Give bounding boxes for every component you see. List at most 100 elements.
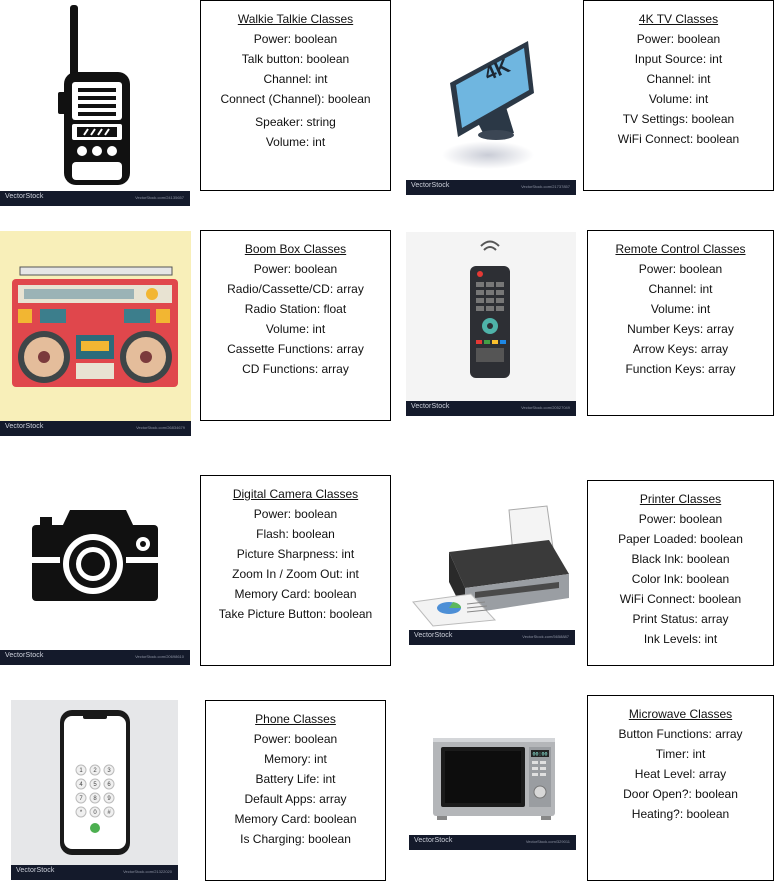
- property: Power: boolean: [253, 262, 338, 276]
- property: Button Functions: array: [618, 727, 743, 741]
- property: Power: boolean: [253, 507, 338, 521]
- property: Channel: int: [263, 72, 328, 86]
- property: Arrow Keys: array: [632, 342, 729, 356]
- property: Volume: int: [265, 322, 326, 336]
- property: Black Ink: boolean: [631, 552, 730, 566]
- property: Timer: int: [655, 747, 706, 761]
- remote-control-image: VectorStock VectorStock.com/20527049: [406, 232, 576, 416]
- box-title: Boom Box Classes: [244, 242, 347, 256]
- printer-icon: [412, 505, 569, 627]
- 4k-tv-classes-box: 4K TV Classes Power: boolean Input Sourc…: [583, 0, 774, 191]
- microwave-classes-box: Microwave Classes Button Functions: arra…: [587, 695, 774, 881]
- boom-box-icon: [12, 266, 178, 387]
- vectorstock-url: VectorStock.com/329011: [525, 839, 570, 844]
- box-title: Walkie Talkie Classes: [237, 12, 354, 26]
- microwave-display: 00:00: [532, 752, 547, 758]
- vectorstock-logo: VectorStock: [411, 182, 450, 189]
- property: Memory Card: boolean: [234, 812, 357, 826]
- property: Heating?: boolean: [631, 807, 730, 821]
- property: Memory: int: [264, 752, 327, 766]
- property: Function Keys: array: [625, 362, 736, 376]
- vectorstock-logo: VectorStock: [411, 403, 450, 410]
- property: Talk button: boolean: [241, 52, 350, 66]
- remote-control-classes-box: Remote Control Classes Power: boolean Ch…: [587, 230, 774, 416]
- property: Picture Sharpness: int: [236, 547, 355, 561]
- vectorstock-logo: VectorStock: [16, 867, 55, 874]
- property: Take Picture Button: boolean: [218, 607, 373, 621]
- box-title: Remote Control Classes: [615, 242, 746, 256]
- property: Heat Level: array: [634, 767, 727, 781]
- property: Power: boolean: [636, 32, 721, 46]
- boom-box-image: VectorStock VectorStock.com/26834679: [0, 231, 191, 436]
- vectorstock-bar: VectorStock VectorStock.com/26834679: [0, 421, 191, 436]
- property: Memory Card: boolean: [234, 587, 357, 601]
- phone-image: 1 2 3 4 5 6 7 8 9 * 0 # VectorStock VectorStock.com…: [11, 700, 178, 880]
- vectorstock-url: VectorStock.com/20527049: [521, 405, 570, 410]
- vectorstock-bar: VectorStock VectorStock.com/20527049: [406, 401, 576, 416]
- tv-image: 4K VectorStock VectorStock.com/21737857: [406, 15, 576, 195]
- boom-box-classes-box: Boom Box Classes Power: boolean Radio/Ca…: [200, 230, 391, 421]
- box-title: Printer Classes: [639, 492, 722, 506]
- property: TV Settings: boolean: [622, 112, 735, 126]
- property: Connect (Channel): boolean: [220, 92, 371, 106]
- vectorstock-bar: VectorStock VectorStock.com/21737857: [406, 180, 576, 195]
- vectorstock-url: VectorStock.com/26834679: [136, 425, 185, 430]
- vectorstock-bar: VectorStock VectorStock.com/21322020: [11, 865, 178, 880]
- property: Volume: int: [650, 302, 711, 316]
- property: Channel: int: [646, 72, 711, 86]
- property: Power: boolean: [638, 262, 723, 276]
- box-title: 4K TV Classes: [638, 12, 719, 26]
- vectorstock-url: VectorStock.com/21737857: [521, 184, 570, 189]
- property: Default Apps: array: [244, 792, 347, 806]
- property: WiFi Connect: boolean: [619, 592, 742, 606]
- printer-classes-box: Printer Classes Power: boolean Paper Loa…: [587, 480, 774, 666]
- remote-control-icon: [470, 240, 510, 378]
- property: Door Open?: boolean: [623, 787, 738, 801]
- walkie-talkie-image: VectorStock VectorStock.com/24135657: [0, 0, 190, 206]
- property: Power: boolean: [253, 732, 338, 746]
- vectorstock-bar: VectorStock VectorStock.com/5658887: [409, 630, 575, 645]
- property: Power: boolean: [253, 32, 338, 46]
- property: Radio Station: float: [244, 302, 347, 316]
- vectorstock-url: VectorStock.com/24135657: [135, 195, 184, 200]
- microwave-image: 00:00 VectorStock VectorStock.com/329011: [409, 720, 576, 850]
- microwave-icon: 00:00: [433, 738, 555, 820]
- camera-image: VectorStock VectorStock.com/20698610: [0, 465, 190, 665]
- property: Power: boolean: [638, 512, 723, 526]
- vectorstock-bar: VectorStock VectorStock.com/329011: [409, 835, 576, 850]
- box-title: Microwave Classes: [628, 707, 733, 721]
- property: Radio/Cassette/CD: array: [227, 282, 364, 296]
- property: CD Functions: array: [242, 362, 349, 376]
- vectorstock-logo: VectorStock: [5, 193, 44, 200]
- property: Battery Life: int: [255, 772, 336, 786]
- digital-camera-classes-box: Digital Camera Classes Power: boolean Fl…: [200, 475, 391, 666]
- property: WiFi Connect: boolean: [617, 132, 740, 146]
- walkie-talkie-icon: [58, 5, 130, 185]
- box-title: Digital Camera Classes: [232, 487, 359, 501]
- property: Volume: int: [265, 135, 326, 149]
- property: Speaker: string: [255, 115, 336, 129]
- property: Cassette Functions: array: [227, 342, 364, 356]
- vectorstock-url: VectorStock.com/5658887: [522, 634, 569, 639]
- property: Channel: int: [648, 282, 713, 296]
- property: Input Source: int: [634, 52, 723, 66]
- vectorstock-url: VectorStock.com/21322020: [123, 869, 172, 874]
- property: Paper Loaded: boolean: [618, 532, 743, 546]
- property: Ink Levels: int: [643, 632, 718, 646]
- property: Volume: int: [648, 92, 709, 106]
- walkie-talkie-classes-box: Walkie Talkie Classes Power: boolean Tal…: [200, 0, 391, 191]
- vectorstock-bar: VectorStock VectorStock.com/20698610: [0, 650, 190, 665]
- 4k-tv-icon: 4K: [442, 41, 534, 169]
- property: Flash: boolean: [256, 527, 335, 541]
- vectorstock-logo: VectorStock: [5, 423, 44, 430]
- box-title: Phone Classes: [255, 712, 336, 726]
- property: Is Charging: boolean: [240, 832, 351, 846]
- property: Color Ink: boolean: [631, 572, 730, 586]
- smartphone-icon: 1 2 34 5 67 8 9* 0 #: [60, 710, 130, 855]
- vectorstock-logo: VectorStock: [5, 652, 44, 659]
- vectorstock-url: VectorStock.com/20698610: [135, 654, 184, 659]
- phone-classes-box: Phone Classes Power: boolean Memory: int…: [205, 700, 386, 881]
- vectorstock-logo: VectorStock: [414, 837, 453, 844]
- property: Zoom In / Zoom Out: int: [232, 567, 359, 581]
- property: Print Status: array: [632, 612, 729, 626]
